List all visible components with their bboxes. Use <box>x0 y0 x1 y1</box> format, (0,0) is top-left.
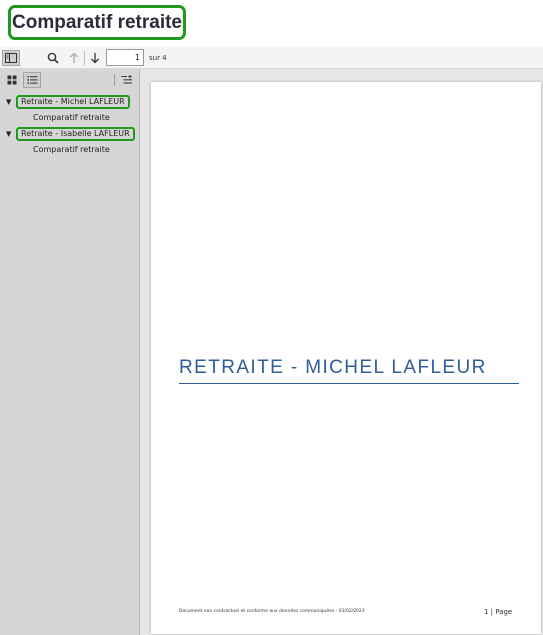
document-outline: ▼ Retraite - Michel LAFLEUR Comparatif r… <box>0 95 140 159</box>
add-outline-icon <box>121 75 132 84</box>
outline-child-item[interactable]: Comparatif retraite <box>33 145 110 154</box>
outline-view-button[interactable] <box>23 72 41 88</box>
sidebar-toolbar <box>0 69 140 91</box>
previous-page-button[interactable] <box>65 50 83 66</box>
sidebar: ▼ Retraite - Michel LAFLEUR Comparatif r… <box>0 69 140 635</box>
expand-arrow-icon[interactable]: ▼ <box>6 130 11 138</box>
sidebar-toggle-button[interactable] <box>2 50 20 66</box>
outline-item: ▼ Retraite - Isabelle LAFLEUR Comparatif… <box>0 127 140 159</box>
outline-item: ▼ Retraite - Michel LAFLEUR Comparatif r… <box>0 95 140 127</box>
outline-item-label[interactable]: Retraite - Isabelle LAFLEUR <box>16 127 135 141</box>
page-footer-disclaimer: Document non contractuel et conforme aux… <box>179 609 365 614</box>
thumbnails-grid-icon <box>7 75 17 85</box>
outline-child-item[interactable]: Comparatif retraite <box>33 113 110 122</box>
outline-list-icon <box>27 76 37 84</box>
search-icon <box>47 52 59 64</box>
viewer-toolbar: sur 4 <box>0 47 543 69</box>
page-title: Comparatif retraite <box>8 5 186 40</box>
next-page-button[interactable] <box>86 50 104 66</box>
add-outline-button[interactable] <box>118 72 136 88</box>
page-footer-number: 1 | Page <box>484 608 513 616</box>
page-number-input[interactable] <box>106 49 144 66</box>
expand-arrow-icon[interactable]: ▼ <box>6 98 11 106</box>
search-button[interactable] <box>44 50 62 66</box>
heading-underline <box>179 383 519 384</box>
page-count-label: sur 4 <box>149 54 167 62</box>
document-viewer[interactable]: RETRAITE - MICHEL LAFLEUR Document non c… <box>140 69 543 635</box>
document-page: RETRAITE - MICHEL LAFLEUR Document non c… <box>151 82 541 634</box>
document-heading: RETRAITE - MICHEL LAFLEUR <box>179 357 487 378</box>
thumbnails-view-button[interactable] <box>3 72 21 88</box>
sidebar-toolbar-divider <box>114 74 115 86</box>
arrow-up-icon <box>70 52 78 63</box>
outline-item-label[interactable]: Retraite - Michel LAFLEUR <box>16 95 130 109</box>
sidebar-toggle-icon <box>5 53 17 63</box>
arrow-down-icon <box>91 53 99 64</box>
toolbar-divider <box>84 51 85 65</box>
